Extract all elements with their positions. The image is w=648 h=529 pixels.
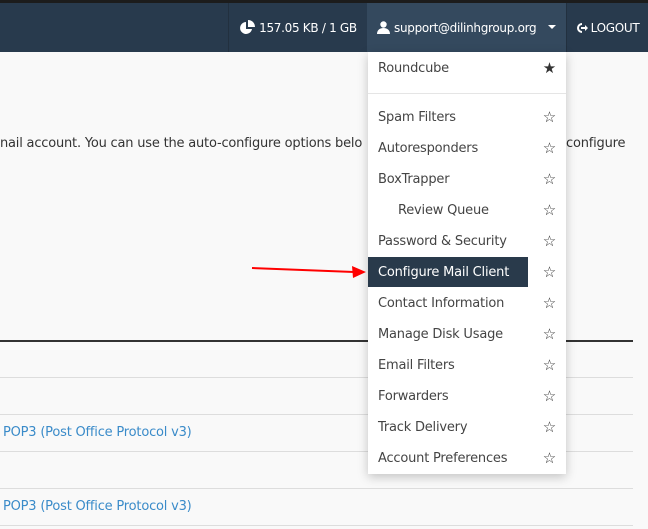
menu-item-contact-information[interactable]: Contact Information ☆ [368,288,566,318]
logout-button[interactable]: LOGOUT [566,3,648,52]
menu-item-boxtrapper[interactable]: BoxTrapper ☆ [368,164,566,194]
menu-item-review-queue[interactable]: Review Queue ☆ [368,195,566,225]
menu-item-label: BoxTrapper [378,171,450,187]
menu-item-label: Spam Filters [378,109,456,125]
star-outline-icon[interactable]: ☆ [543,356,556,374]
disk-usage-text: 157.05 KB / 1 GB [259,20,357,35]
pop3-link[interactable]: POP3 (Post Office Protocol v3) [3,499,192,514]
intro-text: nail account. You can use the auto-confi… [0,136,363,151]
menu-divider [368,93,566,94]
star-outline-icon[interactable]: ☆ [543,170,556,188]
menu-item-autoresponders[interactable]: Autoresponders ☆ [368,133,566,163]
menu-item-label: Review Queue [398,202,489,218]
menu-item-account-preferences[interactable]: Account Preferences ☆ [368,443,566,473]
red-arrow-annotation [251,266,366,278]
caret-down-icon [548,25,556,29]
top-bar: 157.05 KB / 1 GB support@dilinhgroup.org… [0,0,648,52]
logout-label: LOGOUT [590,20,640,35]
menu-item-label: Account Preferences [378,450,508,466]
star-outline-icon[interactable]: ☆ [543,201,556,219]
menu-item-label: Track Delivery [378,419,468,435]
menu-item-forwarders[interactable]: Forwarders ☆ [368,381,566,411]
menu-item-label: Password & Security [378,233,507,249]
menu-item-label: Configure Mail Client [368,257,528,287]
user-email: support@dilinhgroup.org [394,20,537,35]
menu-item-email-filters[interactable]: Email Filters ☆ [368,350,566,380]
menu-item-label: Autoresponders [378,140,479,156]
menu-item-roundcube[interactable]: Roundcube ★ [368,53,566,83]
menu-item-label: Roundcube [378,60,449,76]
menu-item-track-delivery[interactable]: Track Delivery ☆ [368,412,566,442]
star-outline-icon[interactable]: ☆ [543,294,556,312]
user-dropdown-menu: Roundcube ★ Spam Filters ☆ Autoresponders ☆ Bo… [368,52,566,474]
star-outline-icon[interactable]: ☆ [543,418,556,436]
menu-item-label: Contact Information [378,295,505,311]
disk-usage[interactable]: 157.05 KB / 1 GB [228,3,367,52]
row-divider [0,525,633,526]
user-menu-toggle[interactable]: support@dilinhgroup.org [367,3,566,52]
star-filled-icon[interactable]: ★ [543,59,556,77]
menu-item-label: Forwarders [378,388,449,404]
intro-text-continued: configure [566,136,626,151]
star-outline-icon[interactable]: ☆ [543,263,556,281]
menu-item-manage-disk-usage[interactable]: Manage Disk Usage ☆ [368,319,566,349]
star-outline-icon[interactable]: ☆ [543,449,556,467]
pie-chart-icon [240,19,256,34]
row-divider [0,488,633,489]
logout-icon [576,22,588,33]
menu-item-label: Email Filters [378,357,455,373]
star-outline-icon[interactable]: ☆ [543,325,556,343]
menu-item-spam-filters[interactable]: Spam Filters ☆ [368,102,566,132]
star-outline-icon[interactable]: ☆ [543,139,556,157]
menu-item-configure-mail-client[interactable]: Configure Mail Client ☆ [368,257,566,287]
star-outline-icon[interactable]: ☆ [543,387,556,405]
menu-item-label: Manage Disk Usage [378,326,503,342]
star-outline-icon[interactable]: ☆ [543,108,556,126]
pop3-link[interactable]: POP3 (Post Office Protocol v3) [3,425,192,440]
menu-item-password-security[interactable]: Password & Security ☆ [368,226,566,256]
star-outline-icon[interactable]: ☆ [543,232,556,250]
user-icon [377,21,390,34]
